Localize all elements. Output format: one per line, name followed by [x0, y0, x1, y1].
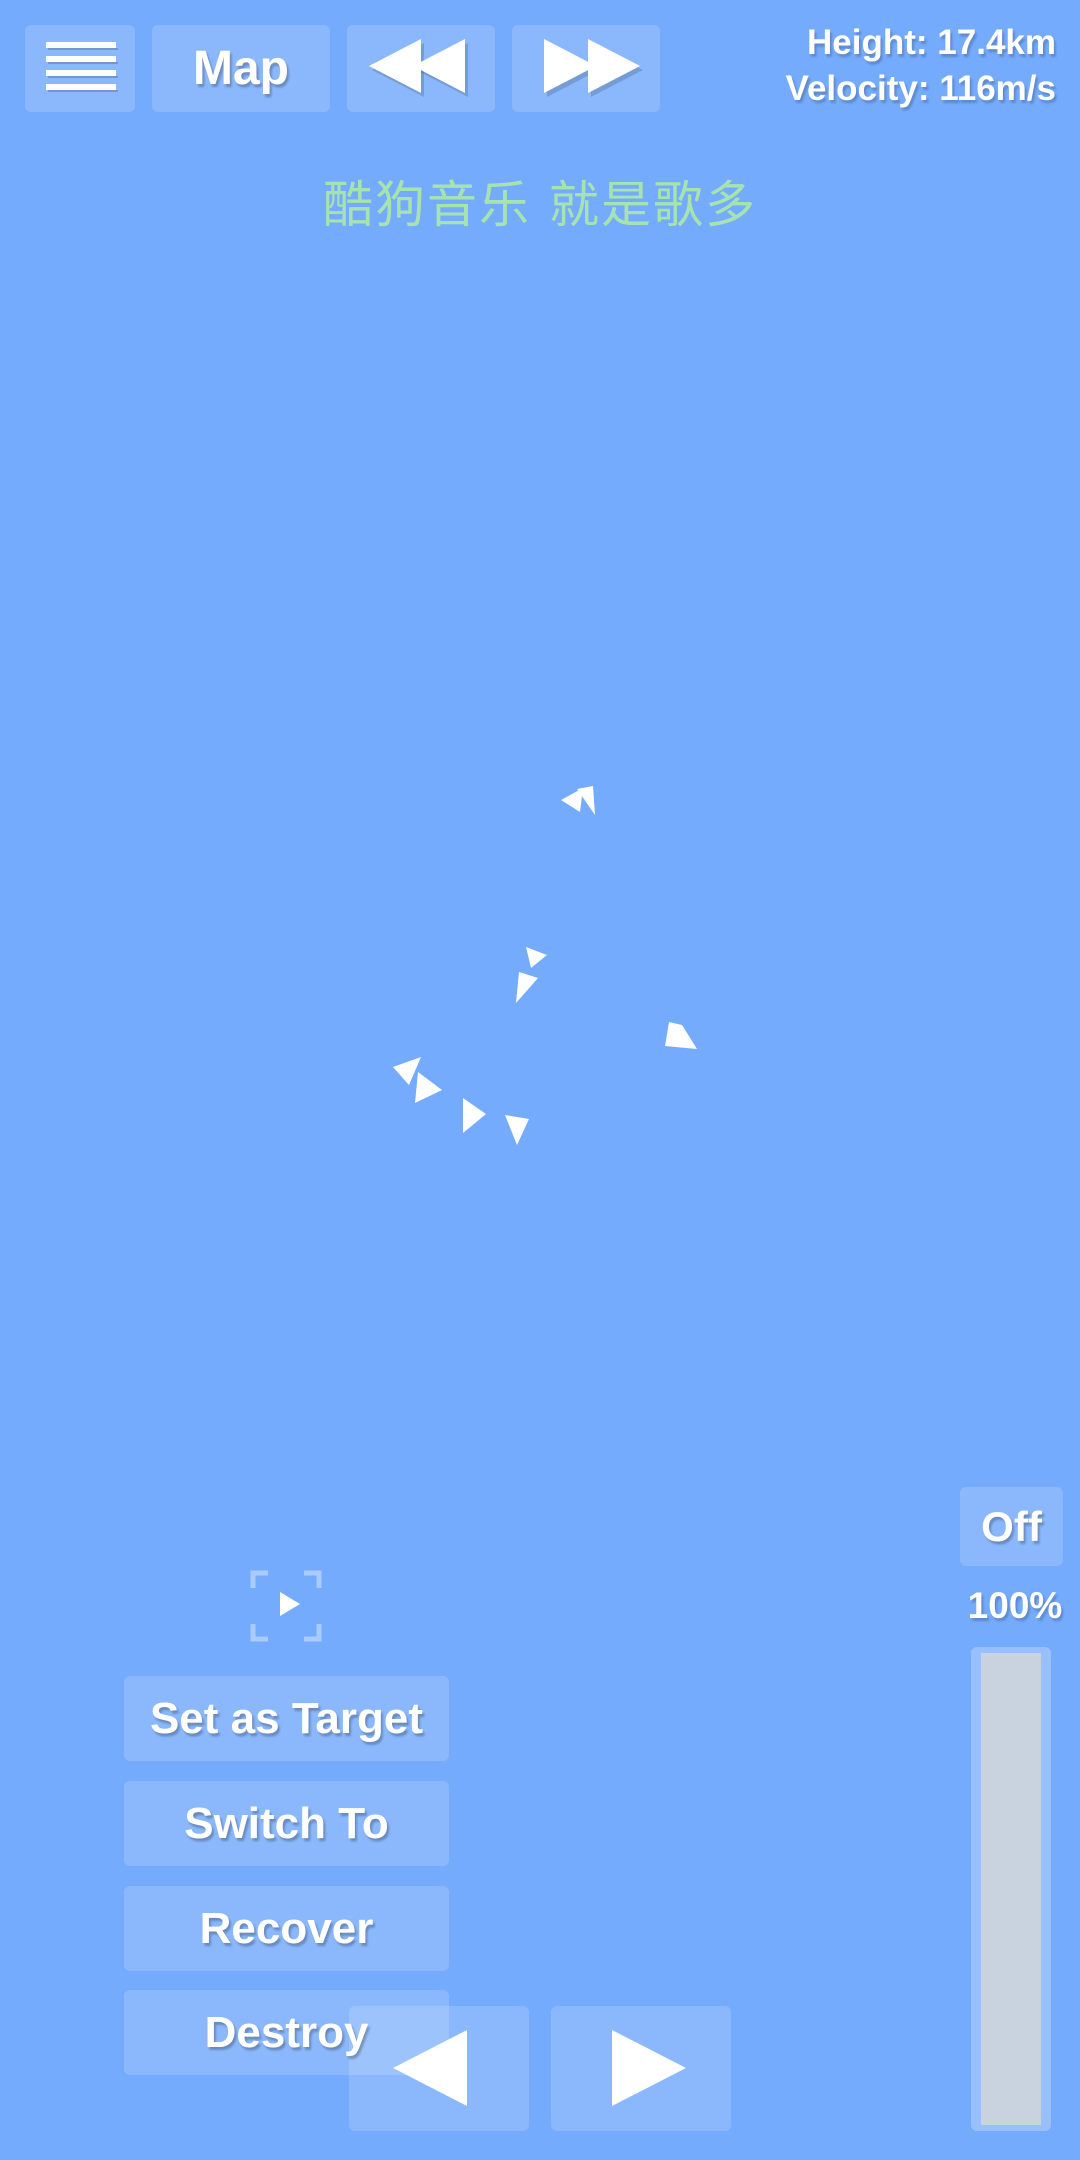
map-button[interactable]: Map: [152, 25, 330, 112]
throttle-slider[interactable]: [971, 1647, 1051, 2131]
throttle-toggle-button[interactable]: Off: [960, 1487, 1063, 1566]
debris-piece: [577, 786, 595, 815]
fast-forward-icon: [544, 39, 643, 97]
flight-info: Height: 17.4km Velocity: 116m/s: [786, 20, 1056, 112]
hamburger-menu-icon: [46, 42, 118, 92]
next-button[interactable]: [551, 2006, 731, 2131]
focus-target-icon: [250, 1570, 322, 1642]
destroy-label: Destroy: [204, 2007, 369, 2057]
switch-to-label: Switch To: [184, 1798, 389, 1848]
debris-piece: [526, 947, 547, 968]
throttle-toggle-label: Off: [981, 1502, 1042, 1550]
triangle-right-icon: [612, 2030, 686, 2106]
recover-label: Recover: [199, 1903, 374, 1953]
destroy-button[interactable]: Destroy: [124, 1990, 449, 2075]
debris-piece: [415, 1072, 442, 1103]
banner-text: 酷狗音乐 就是歌多: [323, 176, 757, 234]
map-button-label: Map: [193, 42, 289, 95]
debris-piece: [665, 1022, 697, 1049]
menu-button[interactable]: [25, 25, 135, 112]
focus-button[interactable]: [250, 1570, 322, 1642]
recover-button[interactable]: Recover: [124, 1886, 449, 1971]
debris-piece: [561, 788, 583, 812]
throttle-percent: 100%: [967, 1585, 1063, 1626]
fast-forward-button[interactable]: [512, 25, 660, 112]
set-as-target-button[interactable]: Set as Target: [124, 1676, 449, 1761]
switch-to-button[interactable]: Switch To: [124, 1781, 449, 1866]
throttle-fill: [981, 1653, 1041, 2125]
debris-piece: [505, 1115, 529, 1145]
height-readout: Height: 17.4km: [807, 23, 1056, 62]
debris-piece: [516, 972, 538, 1003]
debris-piece: [393, 1057, 421, 1085]
rewind-icon: [369, 39, 468, 97]
debris-piece: [463, 1098, 486, 1133]
set-as-target-label: Set as Target: [149, 1693, 424, 1743]
velocity-readout: Velocity: 116m/s: [785, 69, 1056, 108]
rewind-button[interactable]: [347, 25, 495, 112]
